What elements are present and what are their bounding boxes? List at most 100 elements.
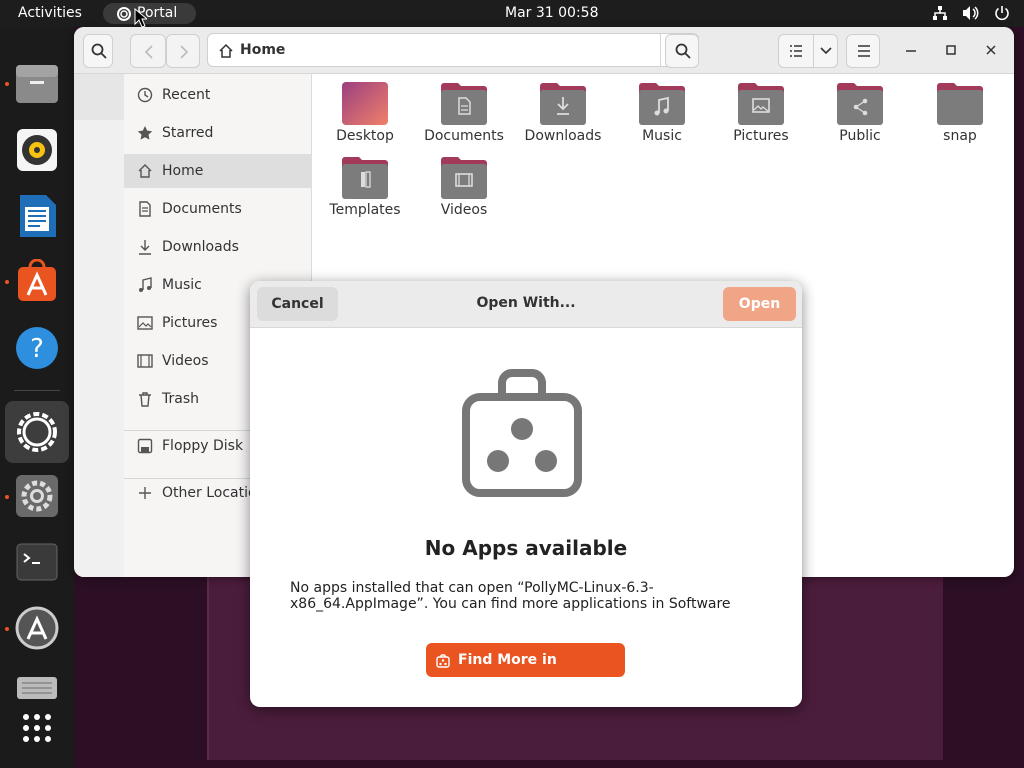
portal-gear-icon bbox=[117, 7, 131, 21]
pathbar-divider bbox=[660, 34, 661, 66]
software-bag-icon bbox=[436, 654, 450, 668]
download-icon bbox=[139, 240, 151, 255]
clock-icon bbox=[137, 87, 153, 103]
left-panel-strip-top bbox=[74, 74, 124, 120]
power-icon bbox=[995, 6, 1009, 21]
files-app-icon[interactable] bbox=[14, 61, 60, 107]
path-home-label: Home bbox=[240, 42, 286, 58]
floppy-icon bbox=[137, 438, 153, 454]
public-folder-icon bbox=[837, 83, 883, 125]
star-icon bbox=[137, 126, 153, 140]
settings-icon[interactable] bbox=[14, 473, 60, 519]
back-button[interactable] bbox=[130, 34, 166, 68]
pictures-folder-icon bbox=[738, 83, 784, 125]
libreoffice-writer-icon[interactable] bbox=[14, 193, 60, 239]
software-updater-icon[interactable] bbox=[14, 605, 60, 651]
find-more-in-software-button[interactable]: Find More in Software bbox=[426, 643, 625, 702]
home-icon bbox=[219, 43, 233, 58]
rhythmbox-icon[interactable] bbox=[14, 127, 60, 173]
dock: ? bbox=[0, 27, 74, 768]
running-indicator bbox=[5, 280, 9, 284]
help-icon[interactable]: ? bbox=[14, 325, 60, 371]
chevron-left-icon bbox=[144, 45, 153, 59]
folder-label: Videos bbox=[440, 202, 488, 218]
app-menu[interactable]: Portal bbox=[103, 3, 196, 24]
no-apps-heading: No Apps available bbox=[424, 536, 628, 560]
top-bar: Activities Portal Mar 31 00:58 bbox=[0, 0, 1024, 27]
documents-folder-icon bbox=[441, 83, 487, 125]
sidebar-item-recent[interactable]: Recent bbox=[124, 78, 312, 112]
path-bar[interactable]: Home bbox=[207, 33, 699, 67]
main-menu-button[interactable] bbox=[846, 34, 880, 68]
folder-label: Downloads bbox=[524, 128, 602, 144]
no-apps-description: No apps installed that can open “PollyMC… bbox=[290, 580, 731, 612]
folder-label: Templates bbox=[329, 202, 401, 218]
dialog-title: Open With... bbox=[476, 295, 576, 311]
folder-label: Desktop bbox=[336, 128, 394, 144]
left-panel-strip bbox=[74, 74, 124, 577]
open-with-dialog: Cancel Open With... Open No Apps availab… bbox=[250, 281, 802, 707]
mouse-cursor-icon bbox=[134, 8, 147, 28]
snap-folder-icon bbox=[937, 83, 983, 125]
system-tray[interactable] bbox=[932, 5, 1010, 21]
terminal-icon[interactable] bbox=[14, 539, 60, 585]
chevron-right-icon bbox=[180, 45, 189, 59]
sidebar-item-label: Videos bbox=[162, 353, 209, 369]
folder-label: snap bbox=[943, 128, 977, 144]
maximize-icon[interactable] bbox=[946, 45, 956, 55]
running-indicator bbox=[5, 495, 9, 499]
clock[interactable]: Mar 31 00:58 bbox=[505, 5, 598, 21]
sidebar-item-label: Music bbox=[162, 277, 202, 293]
sidebar-item-documents[interactable]: Documents bbox=[124, 192, 312, 226]
downloads-folder-icon bbox=[540, 83, 586, 125]
video-icon bbox=[137, 354, 153, 368]
sidebar-item-label: Documents bbox=[162, 201, 242, 217]
sidebar-item-label: Recent bbox=[162, 87, 211, 103]
dock-separator bbox=[14, 390, 60, 391]
document-icon bbox=[139, 201, 151, 217]
picture-icon bbox=[137, 316, 153, 330]
search-icon bbox=[91, 43, 107, 59]
sidebar-item-label: Trash bbox=[162, 391, 199, 407]
view-toggle-button[interactable] bbox=[778, 34, 838, 68]
forward-button[interactable] bbox=[166, 34, 200, 68]
ubuntu-software-icon[interactable] bbox=[14, 258, 60, 305]
network-icon bbox=[933, 6, 947, 20]
folder-label: Music bbox=[642, 128, 682, 144]
sidebar-item-downloads[interactable]: Downloads bbox=[124, 230, 312, 264]
volume-icon bbox=[963, 6, 979, 20]
software-bag-icon bbox=[462, 369, 582, 497]
trash-icon bbox=[139, 392, 151, 407]
folder-label: Documents bbox=[424, 128, 504, 144]
open-button[interactable]: Open bbox=[723, 287, 796, 321]
portal-app-icon[interactable] bbox=[5, 401, 69, 463]
home-icon bbox=[138, 164, 152, 178]
folder-label: Public bbox=[839, 128, 881, 144]
search-button[interactable] bbox=[665, 34, 699, 68]
activities-button[interactable]: Activities bbox=[18, 5, 82, 21]
files-headerbar: Home bbox=[74, 27, 1014, 74]
sidebar-item-starred[interactable]: Starred bbox=[124, 116, 312, 150]
button-divider bbox=[813, 35, 814, 67]
close-icon[interactable] bbox=[986, 45, 996, 55]
running-indicator bbox=[5, 627, 9, 631]
templates-folder-icon bbox=[342, 157, 388, 199]
search-icon bbox=[675, 43, 691, 59]
chevron-down-icon bbox=[820, 47, 832, 55]
sidebar-item-label: Downloads bbox=[162, 239, 239, 255]
plus-icon bbox=[139, 487, 151, 499]
desktop-folder-icon bbox=[342, 82, 388, 125]
minimize-icon[interactable] bbox=[906, 50, 916, 52]
sidebar-item-home[interactable]: Home bbox=[124, 154, 312, 188]
show-apps-icon[interactable] bbox=[14, 707, 60, 753]
search-toggle-button[interactable] bbox=[83, 34, 113, 68]
music-folder-icon bbox=[639, 83, 685, 125]
sidebar-item-label: Other Locatio bbox=[162, 485, 257, 501]
sidebar-item-label: Pictures bbox=[162, 315, 218, 331]
hamburger-icon bbox=[858, 45, 870, 57]
sidebar-item-label: Starred bbox=[162, 125, 214, 141]
find-more-label: Find More in Software bbox=[458, 652, 557, 702]
videos-folder-icon bbox=[441, 157, 487, 199]
sidebar-item-label: Home bbox=[162, 163, 204, 179]
list-view-icon bbox=[790, 45, 802, 57]
